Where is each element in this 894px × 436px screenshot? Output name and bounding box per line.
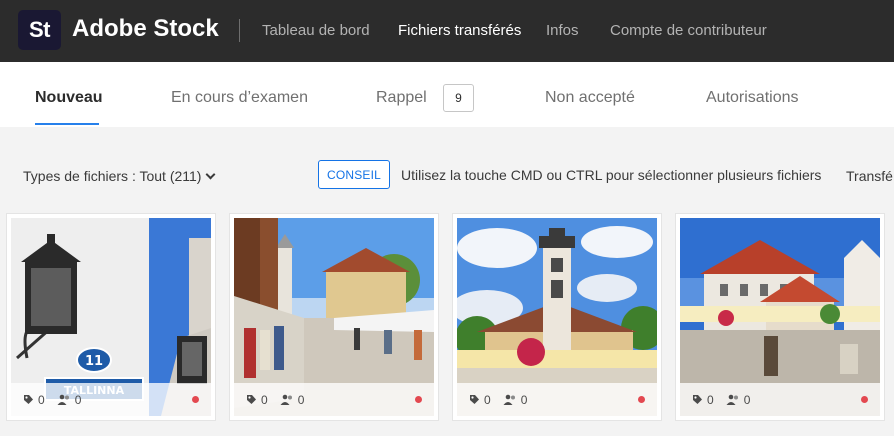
- nav-contributor-account[interactable]: Compte de contributeur: [610, 22, 767, 39]
- file-card[interactable]: 11 TALLINNA 0 0: [7, 214, 215, 420]
- file-type-filter-label: Types de fichiers : Tout (211): [23, 168, 202, 184]
- chevron-down-icon: [206, 169, 216, 179]
- tip-button[interactable]: CONSEIL: [318, 160, 390, 189]
- transfer-button[interactable]: Transfé: [846, 168, 893, 184]
- keywords-count: 0: [23, 393, 45, 407]
- releases-value: 0: [520, 392, 528, 407]
- nav-dashboard[interactable]: Tableau de bord: [262, 22, 370, 39]
- tab-in-review[interactable]: En cours d’examen: [171, 89, 308, 107]
- people-icon: [57, 394, 69, 405]
- nav-infos[interactable]: Infos: [546, 22, 579, 39]
- tab-not-accepted[interactable]: Non accepté: [545, 89, 635, 107]
- reminder-count-badge: 9: [443, 84, 474, 112]
- status-indicator: [638, 396, 645, 403]
- file-meta-bar: 0 0: [234, 383, 434, 416]
- file-card[interactable]: 0 0: [453, 214, 661, 420]
- file-meta-bar: 0 0: [680, 383, 880, 416]
- svg-text:11: 11: [85, 354, 103, 369]
- file-meta-bar: 0 0: [457, 383, 657, 416]
- file-type-filter[interactable]: Types de fichiers : Tout (211): [23, 168, 216, 184]
- releases-value: 0: [743, 392, 751, 407]
- keywords-value: 0: [707, 392, 714, 407]
- status-indicator: [415, 396, 422, 403]
- keywords-count: 0: [692, 393, 714, 407]
- active-tab-indicator: [35, 123, 99, 125]
- keywords-value: 0: [261, 392, 268, 407]
- brand-title[interactable]: Adobe Stock: [72, 15, 219, 43]
- file-card[interactable]: 0 0: [676, 214, 884, 420]
- tab-new[interactable]: Nouveau: [35, 89, 103, 107]
- keywords-count: 0: [469, 393, 491, 407]
- tag-icon: [247, 395, 256, 404]
- people-icon: [503, 394, 515, 405]
- tag-icon: [24, 395, 33, 404]
- selection-hint: Utilisez la touche CMD ou CTRL pour séle…: [401, 167, 822, 183]
- file-meta-bar: 0 0: [11, 383, 211, 416]
- tag-icon: [693, 395, 702, 404]
- releases-count: 0: [57, 392, 82, 407]
- keywords-value: 0: [484, 392, 491, 407]
- nav-uploaded-files[interactable]: Fichiers transférés: [398, 22, 521, 39]
- tab-releases[interactable]: Autorisations: [706, 89, 799, 107]
- file-card[interactable]: 0 0: [230, 214, 438, 420]
- releases-value: 0: [74, 392, 82, 407]
- releases-count: 0: [503, 392, 528, 407]
- adobe-stock-logo[interactable]: St: [18, 10, 61, 50]
- releases-value: 0: [297, 392, 305, 407]
- people-icon: [726, 394, 738, 405]
- keywords-count: 0: [246, 393, 268, 407]
- people-icon: [280, 394, 292, 405]
- nav-divider: [239, 19, 240, 42]
- status-indicator: [861, 396, 868, 403]
- keywords-value: 0: [38, 392, 45, 407]
- tab-reminder[interactable]: Rappel: [376, 89, 427, 107]
- releases-count: 0: [280, 392, 305, 407]
- status-indicator: [192, 396, 199, 403]
- releases-count: 0: [726, 392, 751, 407]
- top-bar: St Adobe Stock Tableau de bord Fichiers …: [0, 0, 894, 62]
- tag-icon: [470, 395, 479, 404]
